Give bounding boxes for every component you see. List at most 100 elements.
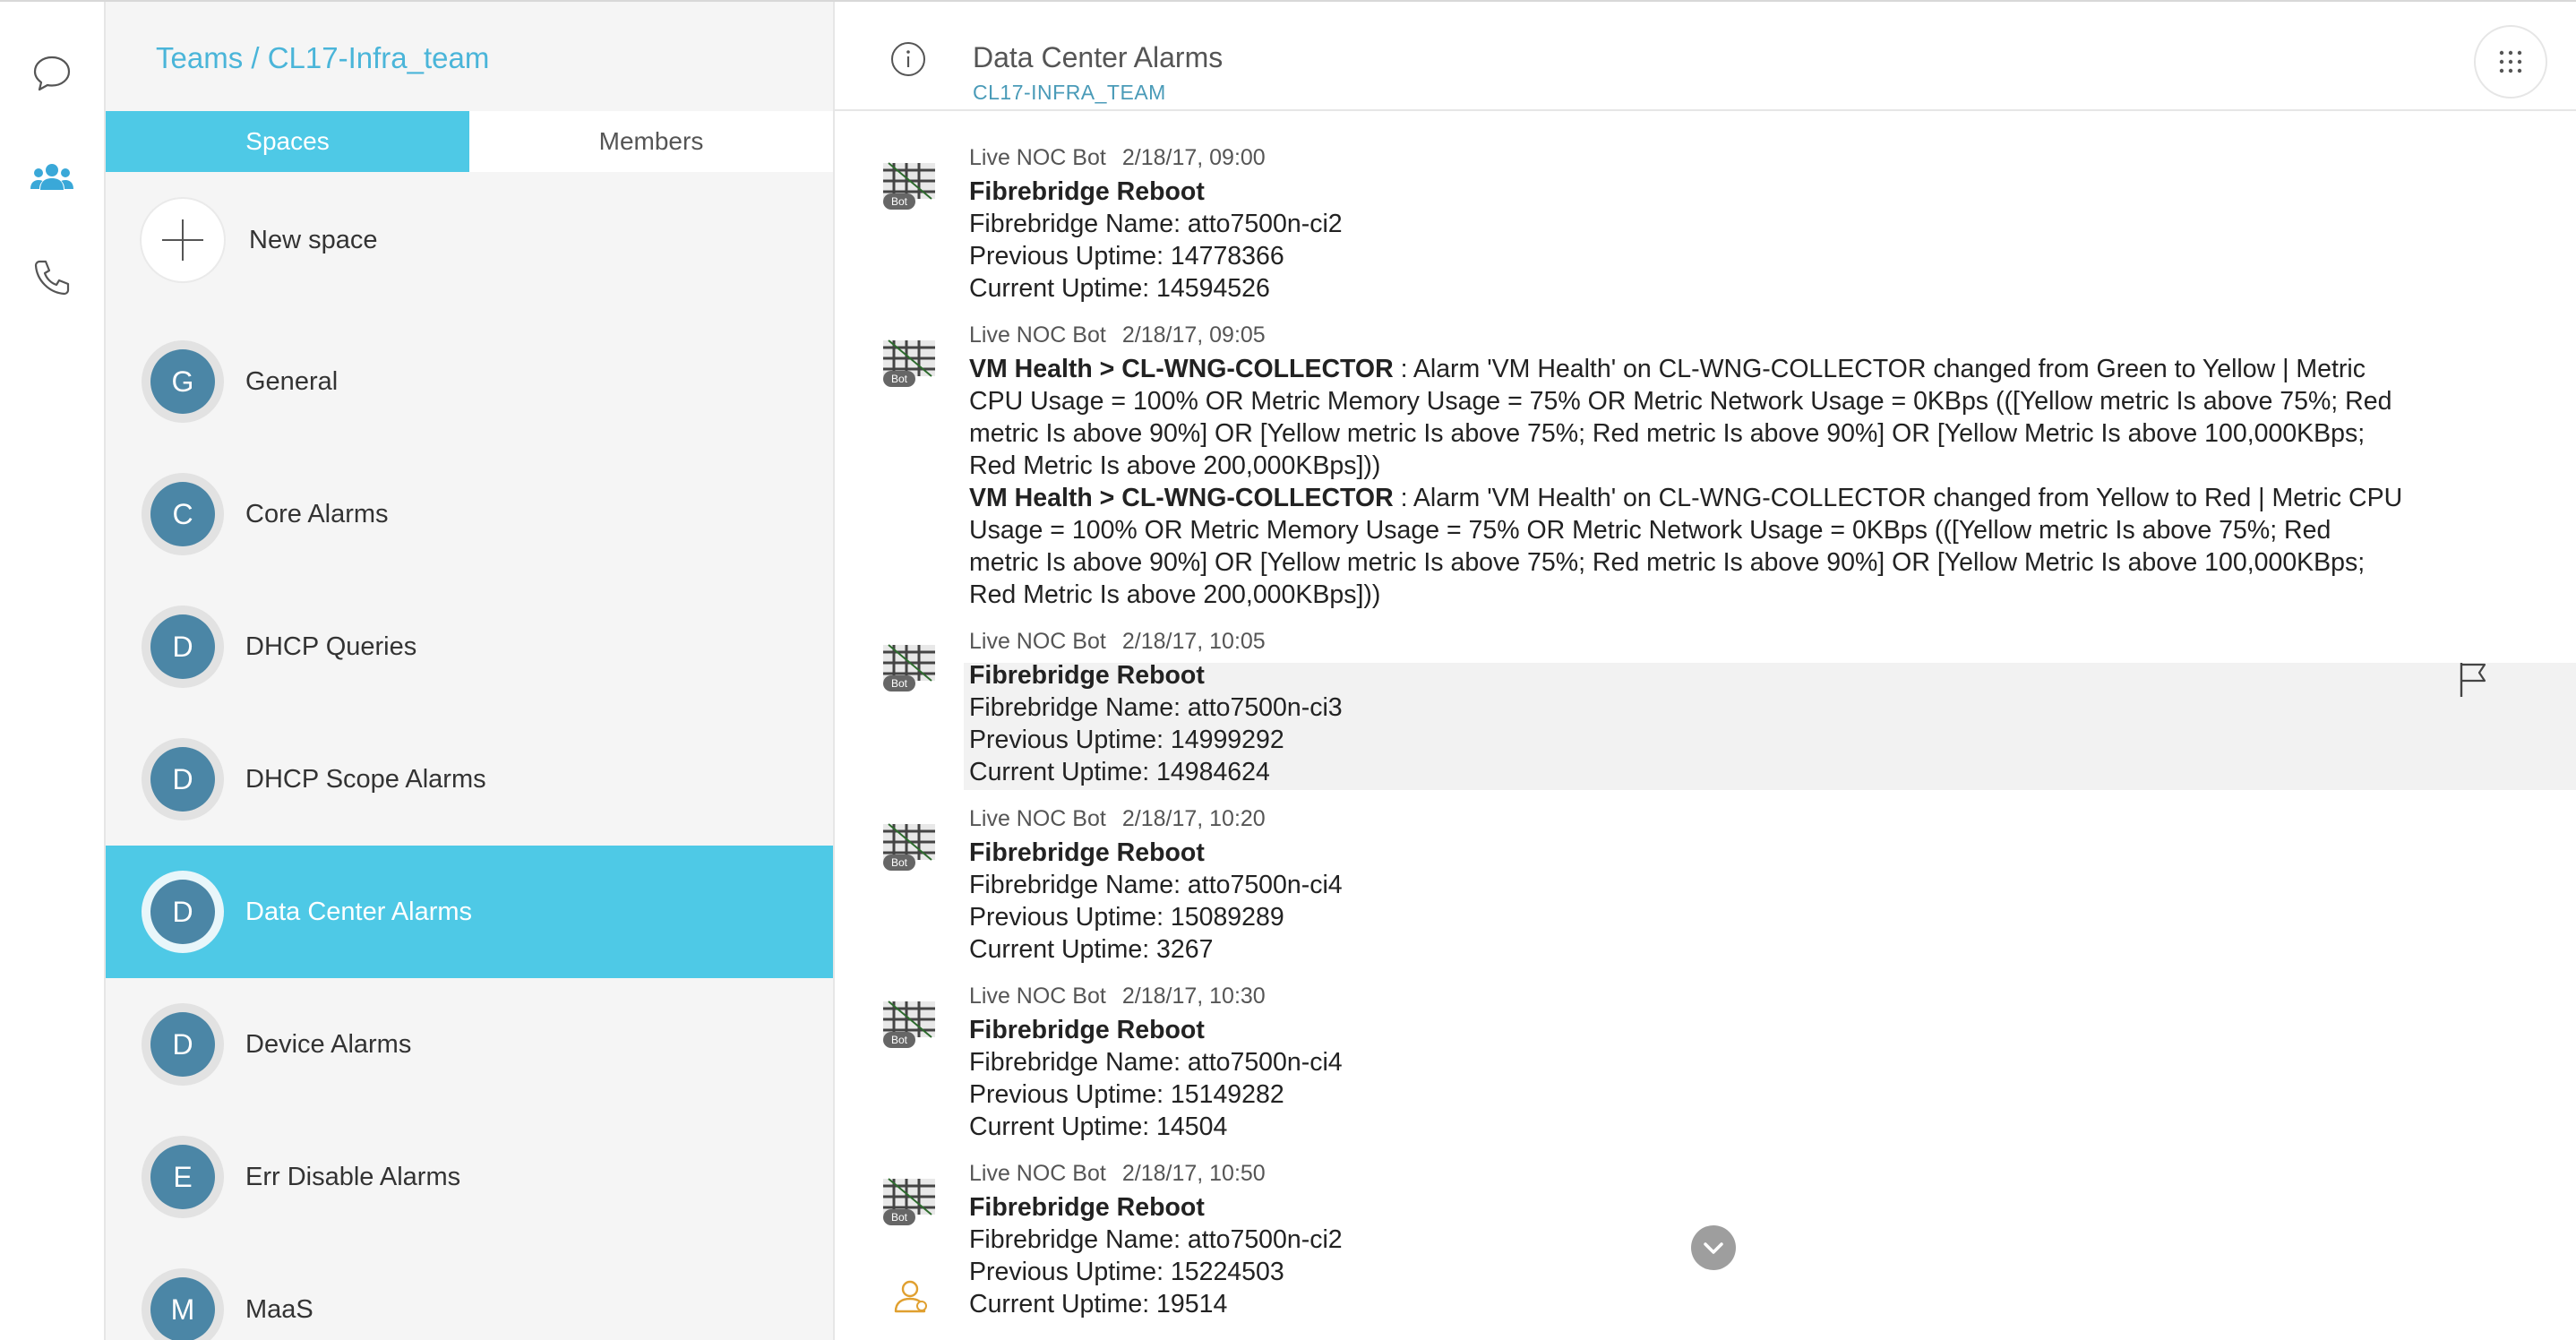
message-body: Fibrebridge Reboot Fibrebridge Name: att… [969,1014,2402,1143]
breadcrumb-separator: / [243,41,268,74]
space-list: G General C Core Alarms D DHCP Queries D… [106,315,833,1340]
message-sender[interactable]: Live NOC Bot [969,145,1106,170]
space-avatar: D [150,880,215,944]
space-item-err-disable-alarms[interactable]: E Err Disable Alarms [106,1111,833,1243]
message-time: 2/18/17, 10:50 [1121,1161,1266,1186]
space-name: General [245,366,339,396]
message-line: Fibrebridge Name: atto7500n-ci3 [969,693,1343,722]
read-receipt-user-icon[interactable] [890,1276,932,1317]
bot-avatar-icon: Bot [883,339,935,387]
message-line: Fibrebridge Name: atto7500n-ci2 [969,210,1343,238]
info-icon[interactable] [890,41,926,77]
new-space-button[interactable]: New space [142,197,377,283]
message-title: Fibrebridge Reboot [969,838,1205,867]
bot-avatar-icon: Bot [883,823,935,871]
space-avatar: D [150,614,215,679]
alert-text: CPU Usage = 100% OR Metric Memory Usage … [969,387,2392,416]
space-item-dhcp-scope-alarms[interactable]: D DHCP Scope Alarms [106,713,833,846]
space-avatar: G [150,349,215,414]
space-item-maas[interactable]: M MaaS [106,1243,833,1340]
apps-menu-button[interactable] [2474,25,2547,99]
svg-text:Bot: Bot [891,677,908,690]
alert-text: Red Metric Is above 200,000KBps])) [969,580,1381,609]
space-avatar-ring: E [142,1136,224,1218]
conversation-header: Data Center Alarms CL17-INFRA_TEAM [835,2,2576,111]
plus-icon [142,199,224,281]
alert-title: VM Health > CL-WNG-COLLECTOR [969,355,1394,383]
message-meta: Live NOC Bot 2/18/17, 10:20 [969,806,1266,832]
message-line: Previous Uptime: 15149282 [969,1080,1284,1109]
message-line: Previous Uptime: 15089289 [969,903,1284,932]
tab-members[interactable]: Members [469,111,833,172]
phone-icon [34,260,70,296]
svg-text:Bot: Bot [891,856,908,869]
new-space-label: New space [249,225,378,254]
message-line: Previous Uptime: 14778366 [969,242,1284,271]
space-item-core-alarms[interactable]: C Core Alarms [106,448,833,580]
message-time: 2/18/17, 09:00 [1121,145,1266,170]
message-line: Fibrebridge Name: atto7500n-ci4 [969,1048,1343,1077]
space-name: Err Disable Alarms [245,1162,461,1191]
message-meta: Live NOC Bot 2/18/17, 09:00 [969,145,1266,171]
message-line: Previous Uptime: 15224503 [969,1258,1284,1286]
message-line: Current Uptime: 14594526 [969,274,1270,303]
space-avatar-ring: M [142,1268,224,1340]
message-body: VM Health > CL-WNG-COLLECTOR : Alarm 'VM… [969,353,2402,611]
message-meta: Live NOC Bot 2/18/17, 10:30 [969,984,1266,1009]
message-line: Fibrebridge Name: atto7500n-ci2 [969,1225,1343,1254]
calls-nav-button[interactable] [25,251,79,305]
space-name: DHCP Queries [245,631,417,661]
bot-avatar-icon: Bot [883,162,935,210]
message-line: Current Uptime: 14504 [969,1112,1228,1141]
message-line: Fibrebridge Name: atto7500n-ci4 [969,871,1343,899]
space-item-general[interactable]: G General [106,315,833,448]
svg-text:Bot: Bot [891,1034,908,1046]
space-avatar-ring: D [142,738,224,820]
page-title: Data Center Alarms [973,41,1224,73]
space-item-data-center-alarms[interactable]: D Data Center Alarms [106,846,833,978]
alert-title: VM Health > CL-WNG-COLLECTOR [969,484,1394,512]
alert-text: metric Is above 90%] OR [Yellow metric I… [969,419,2366,448]
alert-text: : Alarm 'VM Health' on CL-WNG-COLLECTOR … [1393,484,2403,512]
message-meta: Live NOC Bot 2/18/17, 10:50 [969,1161,1266,1187]
message-line: Current Uptime: 19514 [969,1290,1228,1319]
message-body: Fibrebridge Reboot Fibrebridge Name: att… [969,1191,2402,1320]
message-title: Fibrebridge Reboot [969,661,1205,690]
chat-nav-button[interactable] [25,47,79,100]
space-avatar: D [150,747,215,812]
message-sender[interactable]: Live NOC Bot [969,322,1106,348]
svg-text:Bot: Bot [891,1211,908,1224]
space-name: DHCP Scope Alarms [245,764,486,794]
teams-nav-button[interactable] [25,150,79,204]
tab-spaces[interactable]: Spaces [106,111,469,172]
message-time: 2/18/17, 10:20 [1121,806,1266,831]
space-avatar: C [150,482,215,546]
space-item-device-alarms[interactable]: D Device Alarms [106,978,833,1111]
scroll-to-bottom-button[interactable] [1691,1225,1736,1270]
flag-icon[interactable] [2454,659,2490,699]
space-avatar-ring: D [142,1003,224,1086]
message-line: Current Uptime: 14984624 [969,758,1270,786]
breadcrumb-teams-link[interactable]: Teams [156,41,243,74]
message-title: Fibrebridge Reboot [969,1193,1205,1222]
breadcrumb-team-link[interactable]: CL17-Infra_team [268,41,490,74]
message-title: Fibrebridge Reboot [969,1016,1205,1044]
breadcrumb: Teams / CL17-Infra_team [156,41,489,75]
message-meta: Live NOC Bot 2/18/17, 10:05 [969,629,1266,655]
message-body: Fibrebridge Reboot Fibrebridge Name: att… [969,176,2402,305]
space-name: Device Alarms [245,1029,412,1059]
svg-text:Bot: Bot [891,373,908,385]
message-time: 2/18/17, 09:05 [1121,322,1266,348]
space-name: Core Alarms [245,499,389,528]
svg-text:Bot: Bot [891,195,908,208]
message-list: Bot Live NOC Bot 2/18/17, 09:00 Fibrebrid… [835,111,2576,1340]
team-subtitle-link[interactable]: CL17-INFRA_TEAM [973,81,1166,105]
message-sender[interactable]: Live NOC Bot [969,629,1106,654]
message-sender[interactable]: Live NOC Bot [969,1161,1106,1186]
message-sender[interactable]: Live NOC Bot [969,806,1106,831]
message-sender[interactable]: Live NOC Bot [969,984,1106,1009]
chevron-down-icon [1704,1242,1723,1254]
space-item-dhcp-queries[interactable]: D DHCP Queries [106,580,833,713]
message-line: Previous Uptime: 14999292 [969,726,1284,754]
message-line: Current Uptime: 3267 [969,935,1214,964]
